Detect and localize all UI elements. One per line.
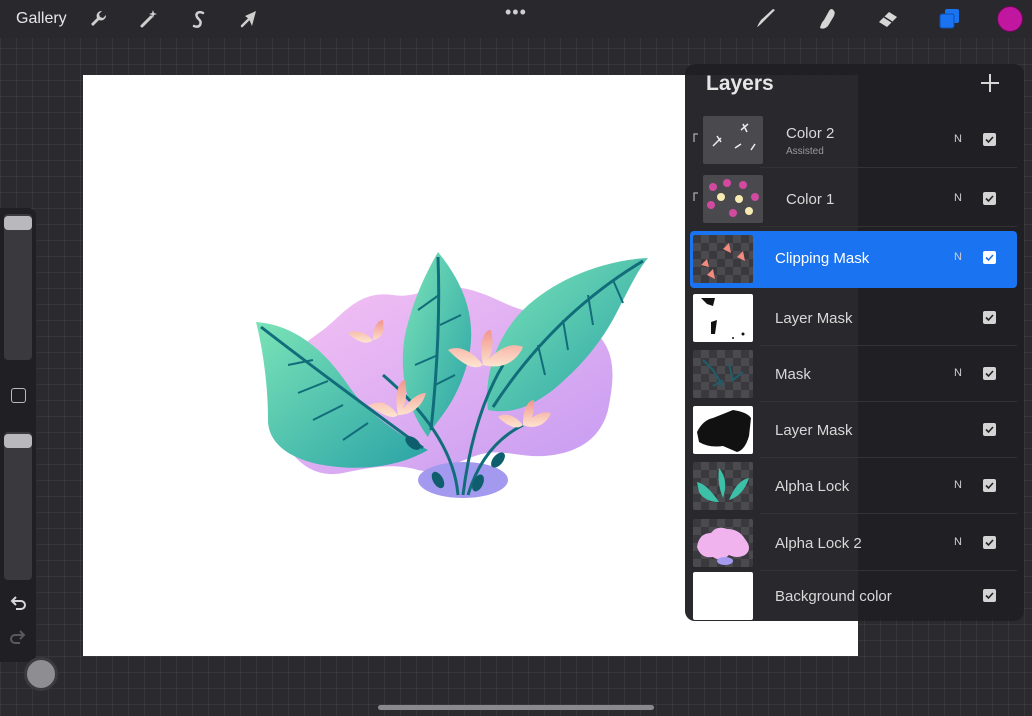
row-divider [760, 226, 1017, 227]
row-divider [760, 167, 1017, 168]
layer-thumbnail [693, 294, 753, 342]
eraser-icon[interactable] [875, 6, 901, 32]
visibility-checkbox[interactable] [983, 311, 996, 324]
wrench-icon[interactable] [85, 6, 111, 32]
layer-row[interactable]: Background color [690, 569, 1017, 621]
clipping-arrow-icon [693, 133, 698, 142]
brush-size-handle[interactable] [4, 216, 32, 230]
blend-mode-button[interactable]: N [954, 536, 962, 548]
opacity-slider[interactable] [4, 432, 32, 580]
layer-name: Layer Mask [775, 310, 853, 327]
layer-subtitle: Assisted [786, 146, 824, 157]
color-dropper-button[interactable] [24, 657, 58, 691]
blend-mode-button[interactable]: N [954, 367, 962, 379]
layer-name: Layer Mask [775, 422, 853, 439]
layers-panel: Layers Color 2 Assisted N Color 1 N Clip… [685, 64, 1024, 621]
layer-row[interactable]: Alpha Lock N [690, 459, 1017, 514]
visibility-checkbox[interactable] [983, 536, 996, 549]
layer-name: Mask [775, 366, 811, 383]
visibility-checkbox[interactable] [983, 479, 996, 492]
layers-panel-title: Layers [706, 72, 774, 95]
layer-name: Color 2 [786, 125, 835, 142]
gallery-button[interactable]: Gallery [16, 10, 67, 28]
visibility-checkbox[interactable] [983, 589, 996, 602]
layer-row-selected[interactable]: Clipping Mask N [690, 231, 1017, 288]
layer-name: Alpha Lock [775, 478, 850, 495]
blend-mode-button[interactable]: N [954, 479, 962, 491]
opacity-handle[interactable] [4, 434, 32, 448]
brush-icon[interactable] [753, 6, 779, 32]
transform-arrow-icon[interactable] [236, 6, 262, 32]
layer-name: Background color [775, 588, 892, 605]
layer-row[interactable]: Mask N [690, 347, 1017, 402]
blend-mode-button[interactable]: N [954, 133, 962, 145]
layer-name: Color 1 [786, 191, 835, 208]
layer-thumbnail [693, 350, 753, 398]
brush-size-slider[interactable] [4, 214, 32, 360]
selection-s-icon[interactable] [186, 6, 212, 32]
layer-row[interactable]: Layer Mask [690, 291, 1017, 346]
blend-mode-button[interactable]: N [954, 251, 962, 263]
magic-wand-icon[interactable] [135, 6, 161, 32]
row-divider [760, 513, 1017, 514]
left-sidebar [0, 208, 36, 662]
visibility-checkbox[interactable] [983, 423, 996, 436]
visibility-checkbox[interactable] [983, 367, 996, 380]
smudge-icon[interactable] [814, 6, 840, 32]
layer-row[interactable]: Color 2 Assisted N [690, 113, 1017, 168]
layer-thumbnail [693, 462, 753, 510]
visibility-checkbox[interactable] [983, 251, 996, 264]
row-divider [760, 345, 1017, 346]
top-toolbar: Gallery ••• [0, 0, 1032, 38]
layer-thumbnail [693, 572, 753, 620]
add-layer-button[interactable] [979, 72, 1001, 94]
layer-name: Alpha Lock 2 [775, 535, 862, 552]
layer-row[interactable]: Color 1 N [690, 172, 1017, 227]
layer-thumbnail [703, 116, 763, 164]
redo-icon[interactable] [8, 628, 28, 648]
row-divider [760, 401, 1017, 402]
layer-row[interactable]: Alpha Lock 2 N [690, 516, 1017, 571]
color-picker-swatch[interactable] [997, 6, 1023, 32]
layers-icon[interactable] [936, 6, 962, 32]
layer-row[interactable]: Layer Mask [690, 403, 1017, 458]
blend-mode-button[interactable]: N [954, 192, 962, 204]
clipping-arrow-icon [693, 192, 698, 201]
layer-thumbnail [703, 175, 763, 223]
layer-thumbnail [693, 406, 753, 454]
layer-name: Clipping Mask [775, 250, 870, 267]
layer-thumbnail [693, 235, 753, 283]
layer-thumbnail [693, 519, 753, 567]
row-divider [760, 457, 1017, 458]
more-menu-dots[interactable]: ••• [505, 2, 527, 23]
visibility-checkbox[interactable] [983, 192, 996, 205]
visibility-checkbox[interactable] [983, 133, 996, 146]
home-indicator[interactable] [378, 705, 654, 710]
modify-button-icon[interactable] [11, 388, 26, 403]
undo-icon[interactable] [8, 594, 28, 614]
